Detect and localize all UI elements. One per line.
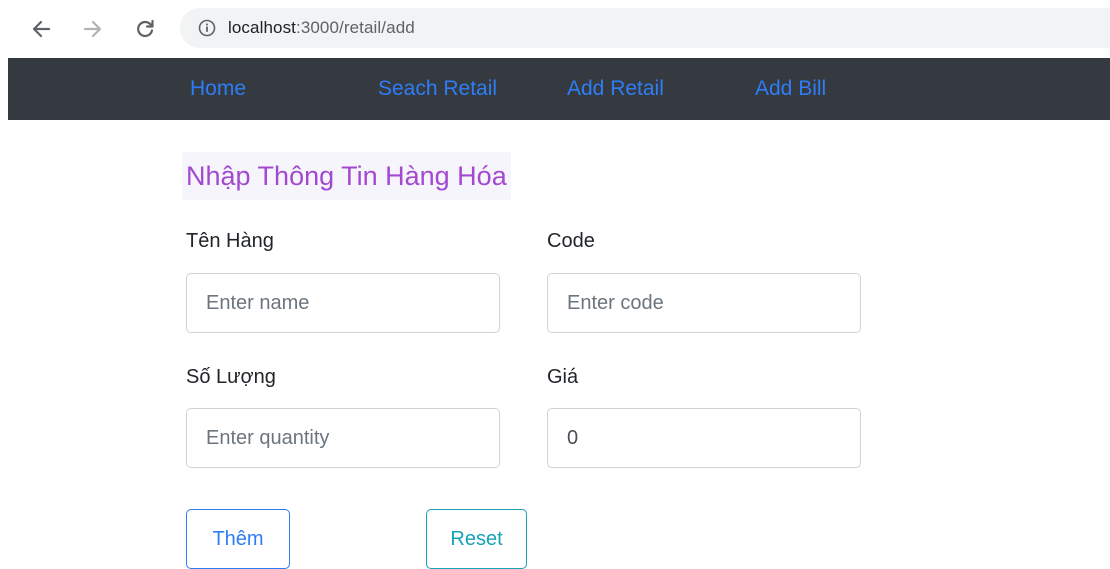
browser-toolbar: localhost:3000/retail/add — [0, 0, 1110, 58]
name-input[interactable] — [186, 273, 500, 333]
reset-button[interactable]: Reset — [426, 509, 527, 569]
code-input[interactable] — [547, 273, 861, 333]
address-bar[interactable]: localhost:3000/retail/add — [180, 8, 1110, 48]
price-input[interactable] — [547, 408, 861, 468]
url-path: :3000/retail/add — [296, 18, 415, 37]
quantity-input[interactable] — [186, 408, 500, 468]
code-label: Code — [547, 230, 595, 252]
quantity-label: Số Lượng — [186, 366, 276, 388]
nav-link-add-retail[interactable]: Add Retail — [567, 77, 664, 101]
nav-link-search-retail[interactable]: Seach Retail — [378, 77, 497, 101]
back-button[interactable] — [26, 14, 56, 44]
url-host: localhost — [228, 18, 296, 37]
reload-button[interactable] — [130, 14, 160, 44]
add-button[interactable]: Thêm — [186, 509, 290, 569]
name-label: Tên Hàng — [186, 230, 274, 252]
arrow-left-icon — [32, 20, 51, 38]
nav-link-add-bill[interactable]: Add Bill — [755, 77, 826, 101]
reload-icon — [137, 19, 154, 38]
nav-link-home[interactable]: Home — [190, 77, 246, 101]
forward-button[interactable] — [78, 14, 108, 44]
form-title: Nhập Thông Tin Hàng Hóa — [182, 152, 511, 200]
price-label: Giá — [547, 366, 579, 388]
info-icon[interactable] — [198, 19, 216, 37]
app-navbar: Home Seach Retail Add Retail Add Bill — [8, 58, 1110, 120]
url-text: localhost:3000/retail/add — [228, 18, 415, 38]
arrow-right-icon — [83, 20, 102, 38]
